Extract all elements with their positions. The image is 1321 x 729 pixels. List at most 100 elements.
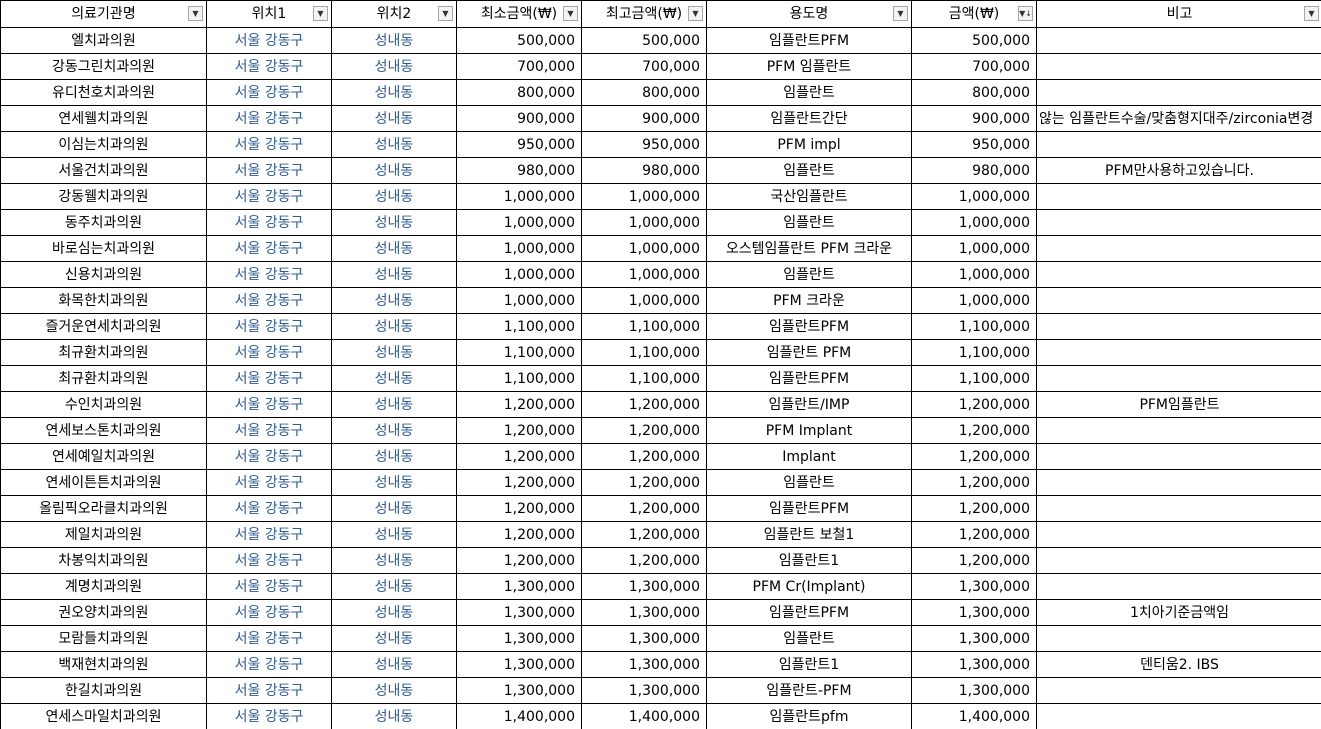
column-header-note[interactable]: 비고 ▼ [1036, 0, 1321, 28]
cell-purpose[interactable]: PFM 임플란트 [706, 53, 912, 80]
cell-name[interactable]: 화목한치과의원 [0, 287, 207, 314]
cell-purpose[interactable]: 임플란트 보철1 [706, 521, 912, 548]
cell-price[interactable]: 1,400,000 [911, 703, 1037, 729]
cell-location2[interactable]: 성내동 [331, 599, 457, 626]
cell-max-price[interactable]: 1,000,000 [581, 209, 707, 236]
cell-note[interactable] [1036, 495, 1321, 522]
cell-max-price[interactable]: 1,200,000 [581, 495, 707, 522]
cell-note[interactable] [1036, 573, 1321, 600]
cell-price[interactable]: 500,000 [911, 27, 1037, 54]
cell-price[interactable]: 1,300,000 [911, 625, 1037, 652]
cell-price[interactable]: 1,100,000 [911, 339, 1037, 366]
cell-location1[interactable]: 서울 강동구 [206, 131, 332, 158]
cell-location2[interactable]: 성내동 [331, 573, 457, 600]
cell-purpose[interactable]: 임플란트간단 [706, 105, 912, 132]
cell-name[interactable]: 최규환치과의원 [0, 339, 207, 366]
cell-location2[interactable]: 성내동 [331, 105, 457, 132]
cell-price[interactable]: 950,000 [911, 131, 1037, 158]
cell-max-price[interactable]: 1,200,000 [581, 469, 707, 496]
cell-min-price[interactable]: 1,000,000 [456, 183, 582, 210]
cell-note[interactable] [1036, 339, 1321, 366]
cell-price[interactable]: 1,300,000 [911, 651, 1037, 678]
column-header-location2[interactable]: 위치2 ▼ [331, 0, 457, 28]
cell-min-price[interactable]: 800,000 [456, 79, 582, 106]
cell-note[interactable] [1036, 235, 1321, 262]
cell-min-price[interactable]: 1,300,000 [456, 651, 582, 678]
cell-location2[interactable]: 성내동 [331, 677, 457, 704]
cell-location2[interactable]: 성내동 [331, 703, 457, 729]
cell-purpose[interactable]: 임플란트PFM [706, 599, 912, 626]
cell-location2[interactable]: 성내동 [331, 183, 457, 210]
cell-price[interactable]: 1,200,000 [911, 521, 1037, 548]
cell-purpose[interactable]: 임플란트1 [706, 651, 912, 678]
cell-purpose[interactable]: 임플란트 [706, 625, 912, 652]
cell-max-price[interactable]: 1,200,000 [581, 521, 707, 548]
cell-note[interactable] [1036, 183, 1321, 210]
cell-location1[interactable]: 서울 강동구 [206, 651, 332, 678]
cell-price[interactable]: 1,000,000 [911, 183, 1037, 210]
cell-name[interactable]: 엘치과의원 [0, 27, 207, 54]
column-header-min-price[interactable]: 최소금액(₩) ▼ [456, 0, 582, 28]
column-header-price[interactable]: 금액(₩) ▼↓ [911, 0, 1037, 28]
cell-location2[interactable]: 성내동 [331, 547, 457, 574]
cell-max-price[interactable]: 980,000 [581, 157, 707, 184]
cell-price[interactable]: 1,200,000 [911, 391, 1037, 418]
cell-name[interactable]: 계명치과의원 [0, 573, 207, 600]
column-header-max-price[interactable]: 최고금액(₩) ▼ [581, 0, 707, 28]
cell-location1[interactable]: 서울 강동구 [206, 287, 332, 314]
cell-name[interactable]: 모람들치과의원 [0, 625, 207, 652]
cell-location2[interactable]: 성내동 [331, 157, 457, 184]
filter-dropdown-icon[interactable]: ▼ [1304, 6, 1319, 21]
cell-name[interactable]: 올림픽오라클치과의원 [0, 495, 207, 522]
cell-location1[interactable]: 서울 강동구 [206, 313, 332, 340]
cell-name[interactable]: 최규환치과의원 [0, 365, 207, 392]
cell-location2[interactable]: 성내동 [331, 651, 457, 678]
cell-location1[interactable]: 서울 강동구 [206, 157, 332, 184]
cell-location1[interactable]: 서울 강동구 [206, 547, 332, 574]
cell-purpose[interactable]: 임플란트PFM [706, 365, 912, 392]
cell-price[interactable]: 1,000,000 [911, 287, 1037, 314]
cell-location2[interactable]: 성내동 [331, 235, 457, 262]
cell-location2[interactable]: 성내동 [331, 313, 457, 340]
column-header-purpose[interactable]: 용도명 ▼ [706, 0, 912, 28]
cell-price[interactable]: 1,000,000 [911, 209, 1037, 236]
cell-location2[interactable]: 성내동 [331, 287, 457, 314]
cell-location1[interactable]: 서울 강동구 [206, 27, 332, 54]
cell-purpose[interactable]: 임플란트/IMP [706, 391, 912, 418]
cell-min-price[interactable]: 1,100,000 [456, 365, 582, 392]
cell-price[interactable]: 1,300,000 [911, 599, 1037, 626]
cell-location2[interactable]: 성내동 [331, 469, 457, 496]
cell-min-price[interactable]: 1,300,000 [456, 625, 582, 652]
cell-location1[interactable]: 서울 강동구 [206, 573, 332, 600]
cell-location2[interactable]: 성내동 [331, 79, 457, 106]
cell-purpose[interactable]: 임플란트PFM [706, 495, 912, 522]
cell-purpose[interactable]: 임플란트 [706, 79, 912, 106]
cell-location1[interactable]: 서울 강동구 [206, 53, 332, 80]
cell-price[interactable]: 800,000 [911, 79, 1037, 106]
cell-min-price[interactable]: 1,200,000 [456, 547, 582, 574]
cell-location1[interactable]: 서울 강동구 [206, 495, 332, 522]
cell-price[interactable]: 1,000,000 [911, 261, 1037, 288]
cell-note[interactable] [1036, 79, 1321, 106]
cell-price[interactable]: 1,200,000 [911, 443, 1037, 470]
cell-purpose[interactable]: 임플란트PFM [706, 27, 912, 54]
cell-location1[interactable]: 서울 강동구 [206, 209, 332, 236]
cell-min-price[interactable]: 1,200,000 [456, 469, 582, 496]
cell-location2[interactable]: 성내동 [331, 443, 457, 470]
cell-note[interactable]: 않는 임플란트수술/맞춤형지대주/zirconia변경 [1036, 105, 1321, 132]
cell-location1[interactable]: 서울 강동구 [206, 339, 332, 366]
cell-max-price[interactable]: 1,300,000 [581, 573, 707, 600]
cell-min-price[interactable]: 950,000 [456, 131, 582, 158]
cell-location2[interactable]: 성내동 [331, 417, 457, 444]
cell-note[interactable] [1036, 131, 1321, 158]
cell-max-price[interactable]: 1,300,000 [581, 625, 707, 652]
column-header-name[interactable]: 의료기관명 ▼ [0, 0, 207, 28]
cell-purpose[interactable]: 임플란트 [706, 261, 912, 288]
cell-price[interactable]: 1,100,000 [911, 365, 1037, 392]
cell-purpose[interactable]: PFM 크라운 [706, 287, 912, 314]
cell-name[interactable]: 한길치과의원 [0, 677, 207, 704]
cell-name[interactable]: 즐거운연세치과의원 [0, 313, 207, 340]
cell-name[interactable]: 이심는치과의원 [0, 131, 207, 158]
cell-location2[interactable]: 성내동 [331, 391, 457, 418]
cell-purpose[interactable]: 임플란트 [706, 469, 912, 496]
